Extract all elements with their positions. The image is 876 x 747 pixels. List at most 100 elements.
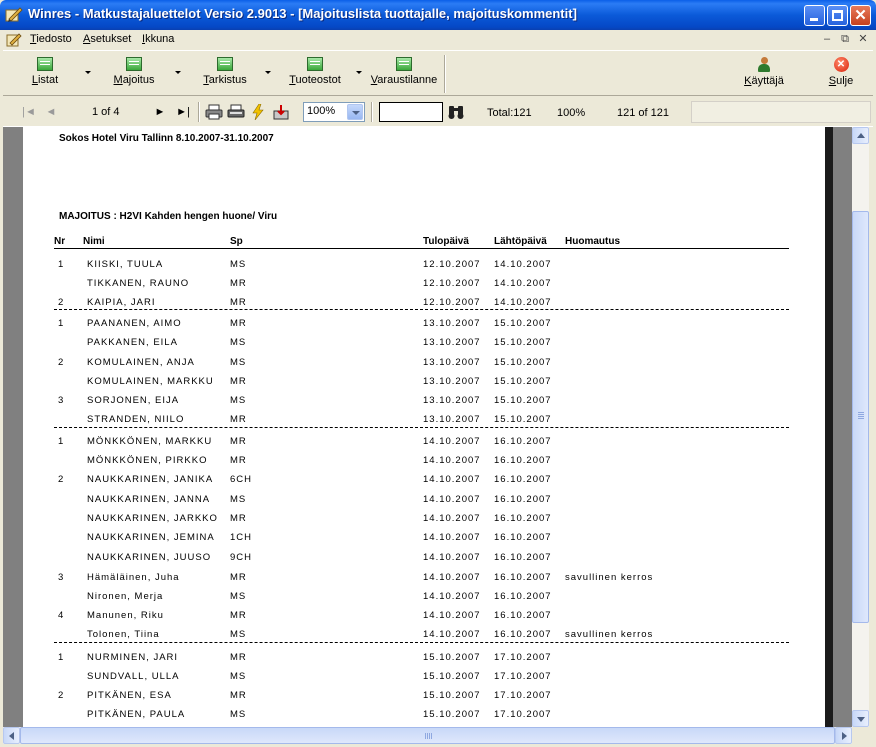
row-note: savullinen kerros xyxy=(565,629,654,640)
row-departure: 16.10.2007 xyxy=(494,474,552,485)
window-title: Winres - Matkustajaluettelot Versio 2.90… xyxy=(28,6,577,21)
vertical-scrollbar[interactable] xyxy=(852,127,869,727)
previous-page-button[interactable]: ◄ xyxy=(43,104,59,120)
row-sp: MR xyxy=(230,318,247,329)
report-navigator: |◄ ◄ 1 of 4 ► ►| 100% Total:121 100% 121… xyxy=(3,97,873,127)
tarkistus-dropdown-arrow[interactable] xyxy=(265,71,271,74)
row-arrival: 14.10.2007 xyxy=(423,552,481,563)
row-nr: 2 xyxy=(58,357,65,368)
row-departure: 14.10.2007 xyxy=(494,278,552,289)
row-arrival: 14.10.2007 xyxy=(423,572,481,583)
vertical-scroll-thumb[interactable] xyxy=(852,211,869,623)
row-name: PAANANEN, AIMO xyxy=(87,318,182,329)
menu-asetukset[interactable]: Asetukset xyxy=(83,33,131,45)
row-name: MÖNKKÖNEN, PIRKKO xyxy=(87,455,208,466)
maximize-button[interactable] xyxy=(827,5,848,26)
majoitus-dropdown-arrow[interactable] xyxy=(175,71,181,74)
group-separator xyxy=(54,427,789,428)
last-page-button[interactable]: ►| xyxy=(175,104,191,120)
row-departure: 15.10.2007 xyxy=(494,318,552,329)
scroll-up-button[interactable] xyxy=(852,127,869,144)
close-window-button[interactable]: ✕ xyxy=(850,5,871,26)
scroll-right-button[interactable] xyxy=(835,727,852,744)
varaustilanne-button[interactable]: Varaustilanne xyxy=(369,57,439,86)
row-nr: 2 xyxy=(58,474,65,485)
row-sp: MS xyxy=(230,709,247,720)
row-arrival: 14.10.2007 xyxy=(423,629,481,640)
sulje-button[interactable]: ✕ Sulje xyxy=(826,57,856,87)
row-sp: MR xyxy=(230,436,247,447)
majoitus-button[interactable]: Majoitus xyxy=(111,57,157,86)
search-input[interactable] xyxy=(379,102,443,122)
row-arrival: 13.10.2007 xyxy=(423,376,481,387)
row-name: NAUKKARINEN, JANNA xyxy=(87,494,211,505)
row-arrival: 13.10.2007 xyxy=(423,414,481,425)
row-nr: 3 xyxy=(58,395,65,406)
row-arrival: 15.10.2007 xyxy=(423,690,481,701)
percent-records: 100% xyxy=(557,107,586,119)
row-sp: MR xyxy=(230,297,247,308)
scroll-down-button[interactable] xyxy=(852,710,869,727)
maximize-icon xyxy=(832,10,843,21)
tarkistus-button[interactable]: Tarkistus xyxy=(201,57,249,86)
mdi-close-button[interactable]: ✕ xyxy=(856,33,870,47)
close-icon: ✕ xyxy=(854,7,867,24)
mdi-restore-button[interactable]: ⧉ xyxy=(838,33,852,47)
tuoteostot-dropdown-arrow[interactable] xyxy=(356,71,362,74)
row-name: KOMULAINEN, MARKKU xyxy=(87,376,214,387)
row-arrival: 13.10.2007 xyxy=(423,395,481,406)
row-departure: 16.10.2007 xyxy=(494,629,552,640)
row-sp: 9CH xyxy=(230,552,253,563)
row-name: PITKÄNEN, ESA xyxy=(87,690,172,701)
row-arrival: 15.10.2007 xyxy=(423,671,481,682)
chevron-down-icon[interactable] xyxy=(347,104,363,120)
toolbar: Listat Majoitus Tarkistus Tuoteostot Var… xyxy=(3,50,873,96)
kayttaja-button[interactable]: Käyttäjä xyxy=(741,57,787,87)
next-page-button[interactable]: ► xyxy=(152,104,168,120)
export-icon[interactable] xyxy=(273,104,289,120)
col-nimi: Nimi xyxy=(83,236,105,247)
row-sp: MR xyxy=(230,572,247,583)
refresh-lightning-icon[interactable] xyxy=(251,104,265,120)
minimize-button[interactable] xyxy=(804,5,825,26)
title-bar: Winres - Matkustajaluettelot Versio 2.90… xyxy=(0,0,876,30)
row-arrival: 13.10.2007 xyxy=(423,357,481,368)
scroll-left-button[interactable] xyxy=(3,727,20,744)
tuoteostot-button[interactable]: Tuoteostot xyxy=(287,57,343,86)
print-setup-icon[interactable] xyxy=(227,104,245,120)
group-separator xyxy=(54,642,789,643)
row-name: Nironen, Merja xyxy=(87,591,164,602)
row-name: NURMINEN, JARI xyxy=(87,652,179,663)
listat-button[interactable]: Listat xyxy=(29,57,61,86)
horizontal-scroll-thumb[interactable] xyxy=(20,727,835,744)
menu-tiedosto[interactable]: Tiedosto xyxy=(30,33,72,45)
row-nr: 1 xyxy=(58,318,65,329)
row-departure: 16.10.2007 xyxy=(494,455,552,466)
row-departure: 16.10.2007 xyxy=(494,552,552,563)
zoom-value: 100% xyxy=(307,105,336,117)
menu-ikkuna[interactable]: Ikkuna xyxy=(142,33,174,45)
row-sp: 6CH xyxy=(230,474,253,485)
print-icon[interactable] xyxy=(205,104,223,120)
row-name: Hämäläinen, Juha xyxy=(87,572,180,583)
page-indicator: 1 of 4 xyxy=(92,106,120,118)
row-departure: 15.10.2007 xyxy=(494,357,552,368)
listat-dropdown-arrow[interactable] xyxy=(85,71,91,74)
mdi-minimize-button[interactable]: – xyxy=(820,33,834,47)
navigator-separator xyxy=(198,102,200,122)
row-name: SUNDVALL, ULLA xyxy=(87,671,180,682)
row-name: Tolonen, Tiina xyxy=(87,629,160,640)
row-arrival: 14.10.2007 xyxy=(423,513,481,524)
row-name: KOMULAINEN, ANJA xyxy=(87,357,195,368)
horizontal-scrollbar[interactable] xyxy=(3,727,852,744)
row-departure: 17.10.2007 xyxy=(494,652,552,663)
binoculars-icon[interactable] xyxy=(447,104,465,120)
row-departure: 16.10.2007 xyxy=(494,436,552,447)
navigator-separator-2 xyxy=(371,102,373,122)
row-sp: 1CH xyxy=(230,532,253,543)
first-page-button[interactable]: |◄ xyxy=(21,104,37,120)
total-records: Total:121 xyxy=(487,107,532,119)
page-shadow xyxy=(825,127,833,727)
zoom-select[interactable]: 100% xyxy=(303,102,365,122)
minimize-icon xyxy=(810,18,818,21)
